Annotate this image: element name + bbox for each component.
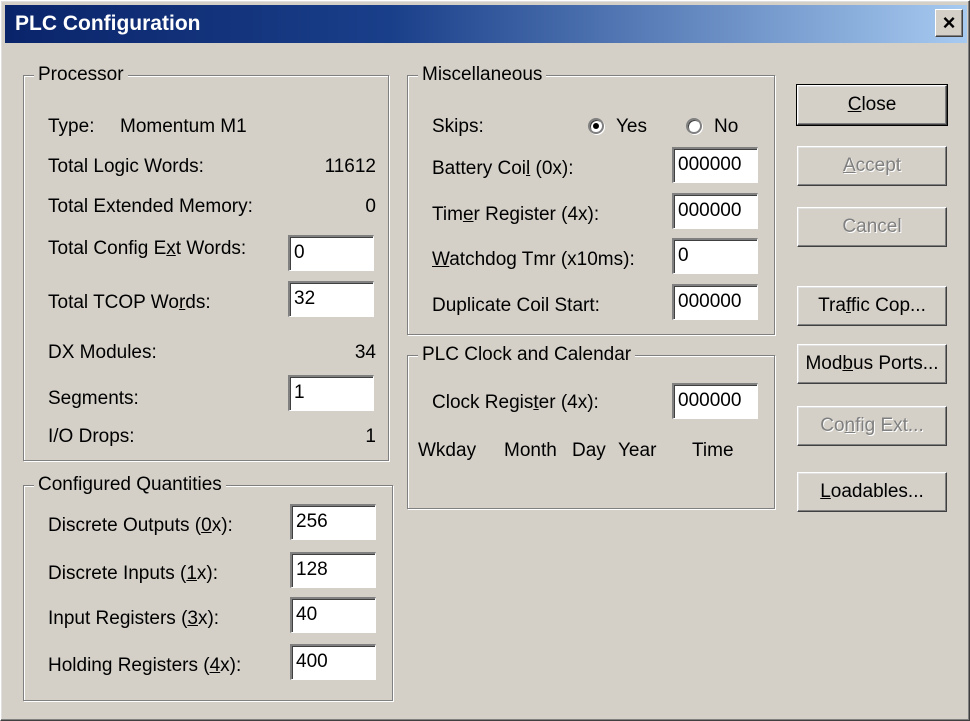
discrete-inputs-label: Discrete Inputs (1x):: [48, 563, 219, 584]
segments-field[interactable]: 1: [288, 375, 374, 411]
plc-configuration-dialog: PLC Configuration × Processor Type: Mome…: [0, 0, 970, 721]
radio-selected-icon: [588, 118, 604, 134]
plc-clock-group: PLC Clock and Calendar Clock Register (4…: [407, 343, 775, 509]
discrete-inputs-field[interactable]: 128: [290, 552, 376, 588]
modbus-ports-button[interactable]: Modbus Ports...: [797, 344, 947, 384]
duplicate-coil-label: Duplicate Coil Start:: [432, 295, 600, 316]
input-registers-label: Input Registers (3x):: [48, 608, 220, 629]
clock-header-month: Month: [504, 440, 557, 461]
dx-modules-value: 34: [354, 342, 376, 363]
dx-modules-label: DX Modules:: [48, 342, 157, 363]
plc-clock-legend: PLC Clock and Calendar: [418, 343, 636, 367]
duplicate-coil-field[interactable]: 000000: [672, 284, 758, 320]
io-drops-label: I/O Drops:: [48, 426, 135, 447]
clock-header-wkday: Wkday: [418, 440, 477, 461]
timer-register-field[interactable]: 000000: [672, 193, 758, 229]
total-tcop-words-field[interactable]: 32: [288, 281, 374, 317]
skips-yes-radio[interactable]: Yes: [588, 114, 668, 138]
clock-register-field[interactable]: 000000: [672, 383, 758, 419]
type-label: Type:: [48, 116, 95, 137]
loadables-button-label: Loadables...: [820, 481, 924, 502]
discrete-outputs-label: Discrete Outputs (0x):: [48, 515, 233, 536]
close-button-label: Close: [847, 94, 897, 115]
clock-register-label: Clock Register (4x):: [432, 392, 599, 413]
input-registers-field[interactable]: 40: [290, 597, 376, 633]
accept-button-label: Accept: [842, 155, 902, 176]
configured-quantities-group: Configured Quantities Discrete Outputs (…: [23, 473, 393, 701]
skips-label: Skips:: [432, 116, 484, 137]
holding-registers-field[interactable]: 400: [290, 644, 376, 680]
total-tcop-words-label: Total TCOP Words:: [48, 292, 211, 313]
skips-yes-label: Yes: [616, 116, 647, 137]
radio-unselected-icon: [686, 118, 702, 134]
config-ext-button[interactable]: Config Ext...: [797, 406, 947, 446]
window-title: PLC Configuration: [15, 12, 201, 35]
loadables-button[interactable]: Loadables...: [797, 472, 947, 512]
holding-registers-label: Holding Registers (4x):: [48, 655, 242, 676]
clock-header-year: Year: [618, 440, 657, 461]
skips-no-label: No: [714, 116, 739, 137]
accept-button[interactable]: Accept: [797, 146, 947, 186]
close-button[interactable]: Close: [796, 84, 948, 126]
total-extended-memory-value: 0: [365, 196, 376, 217]
modbus-ports-button-label: Modbus Ports...: [805, 353, 939, 374]
total-config-ext-words-label: Total Config Ext Words:: [48, 238, 247, 259]
traffic-cop-button-label: Traffic Cop...: [818, 295, 926, 316]
total-logic-words-label: Total Logic Words:: [48, 156, 204, 177]
total-extended-memory-label: Total Extended Memory:: [48, 196, 253, 217]
watchdog-label: Watchdog Tmr (x10ms):: [432, 249, 635, 270]
config-ext-button-label: Config Ext...: [820, 415, 924, 436]
miscellaneous-group: Miscellaneous Skips: Yes No Battery Coil…: [407, 63, 775, 335]
traffic-cop-button[interactable]: Traffic Cop...: [797, 286, 947, 326]
cancel-button-label: Cancel: [842, 216, 902, 237]
io-drops-value: 1: [365, 426, 376, 447]
total-config-ext-words-field[interactable]: 0: [288, 235, 374, 271]
discrete-outputs-field[interactable]: 256: [290, 504, 376, 540]
segments-label: Segments:: [48, 388, 139, 409]
close-icon: ×: [942, 10, 956, 35]
skips-no-radio[interactable]: No: [686, 114, 756, 138]
processor-group: Processor Type: Momentum M1 Total Logic …: [23, 63, 389, 461]
title-bar[interactable]: PLC Configuration ×: [5, 5, 967, 43]
clock-header-day: Day: [572, 440, 606, 461]
configured-quantities-legend: Configured Quantities: [34, 473, 226, 497]
type-value: Momentum M1: [120, 116, 247, 137]
cancel-button[interactable]: Cancel: [797, 207, 947, 247]
processor-legend: Processor: [34, 63, 128, 87]
total-logic-words-value: 11612: [324, 156, 376, 177]
close-window-button[interactable]: ×: [935, 9, 963, 37]
clock-header-time: Time: [692, 440, 734, 461]
watchdog-field[interactable]: 0: [672, 238, 758, 274]
miscellaneous-legend: Miscellaneous: [418, 63, 547, 87]
timer-register-label: Timer Register (4x):: [432, 204, 600, 225]
battery-coil-field[interactable]: 000000: [672, 147, 758, 183]
battery-coil-label: Battery Coil (0x):: [432, 158, 574, 179]
